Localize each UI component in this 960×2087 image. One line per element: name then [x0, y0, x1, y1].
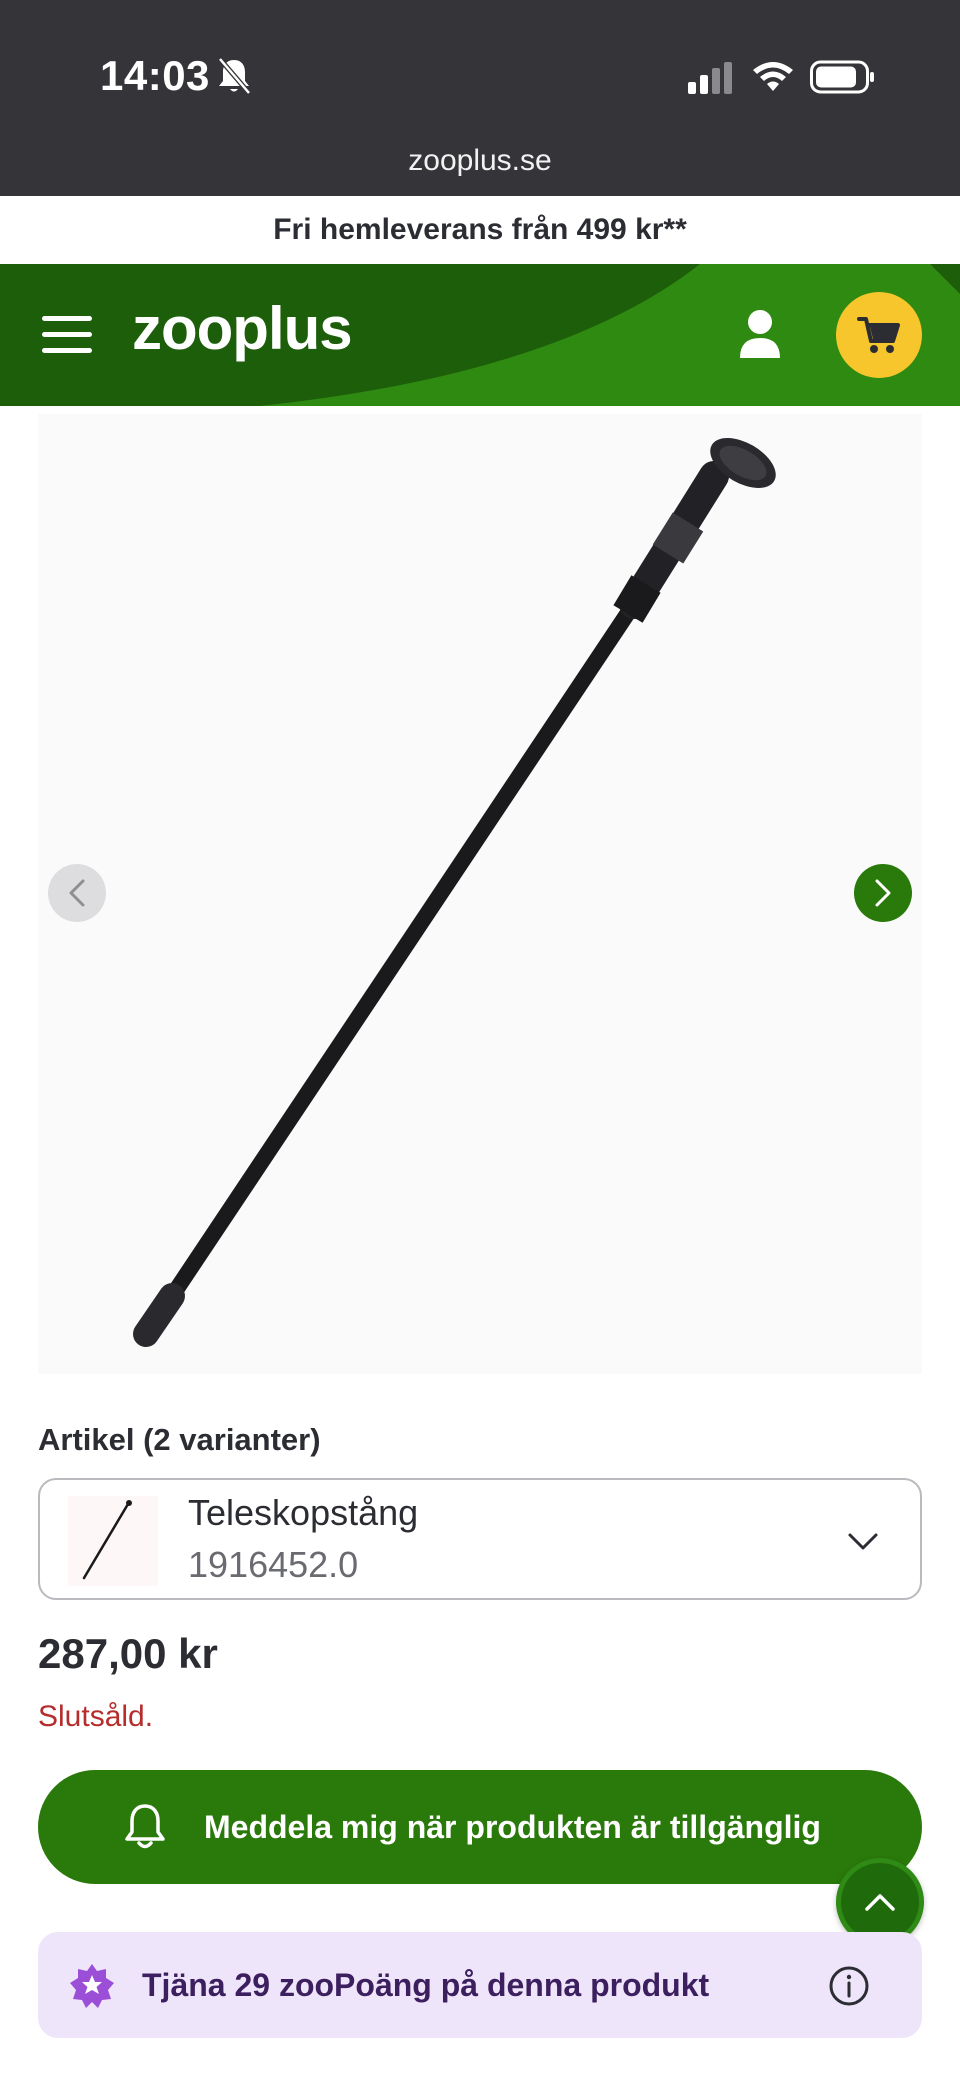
- variant-thumbnail: [68, 1496, 158, 1586]
- status-bar: 14:03 zooplus.se: [0, 0, 960, 196]
- battery-icon: [810, 60, 874, 94]
- product-image-gallery[interactable]: [38, 414, 922, 1374]
- signal-icon: [688, 62, 732, 94]
- chevron-up-icon: [865, 1894, 895, 1911]
- site-header: zooplus: [0, 264, 960, 406]
- zooplus-logo[interactable]: zooplus: [132, 294, 353, 363]
- variant-sku: 1916452.0: [188, 1544, 359, 1585]
- zoopoints-label: Tjäna 29 zooPoäng på denna produkt: [142, 1967, 710, 2003]
- zoopoints-banner[interactable]: Tjäna 29 zooPoäng på denna produkt: [38, 1932, 922, 2038]
- product-image: [133, 438, 776, 1347]
- cart-icon: [857, 317, 900, 353]
- status-time: 14:03: [100, 52, 210, 99]
- variant-name: Teleskopstång: [188, 1492, 419, 1533]
- chevron-left-icon: [69, 879, 85, 907]
- notify-when-available-button[interactable]: Meddela mig när produkten är tillgänglig: [38, 1770, 922, 1884]
- url-bar[interactable]: zooplus.se: [0, 144, 960, 178]
- availability-status: Slutsåld.: [38, 1700, 154, 1733]
- cart-button[interactable]: [836, 292, 922, 378]
- menu-icon[interactable]: [42, 316, 92, 354]
- bell-off-icon: [218, 57, 251, 95]
- next-image-button[interactable]: [854, 864, 912, 922]
- free-delivery-banner[interactable]: Fri hemleverans från 499 kr**: [0, 196, 960, 264]
- user-icon[interactable]: [736, 308, 784, 360]
- chevron-right-icon: [875, 879, 891, 907]
- notify-button-label: Meddela mig när produkten är tillgänglig: [204, 1809, 821, 1845]
- variant-select[interactable]: Teleskopstång 1916452.0: [38, 1478, 922, 1600]
- previous-image-button[interactable]: [48, 864, 106, 922]
- product-price: 287,00 kr: [38, 1630, 218, 1677]
- chevron-down-icon: [848, 1533, 878, 1550]
- bell-icon: [125, 1804, 165, 1849]
- info-icon[interactable]: [828, 1965, 870, 2007]
- variant-label: Artikel (2 varianter): [38, 1422, 321, 1457]
- wifi-icon: [753, 62, 793, 91]
- star-badge-icon: [70, 1964, 114, 2008]
